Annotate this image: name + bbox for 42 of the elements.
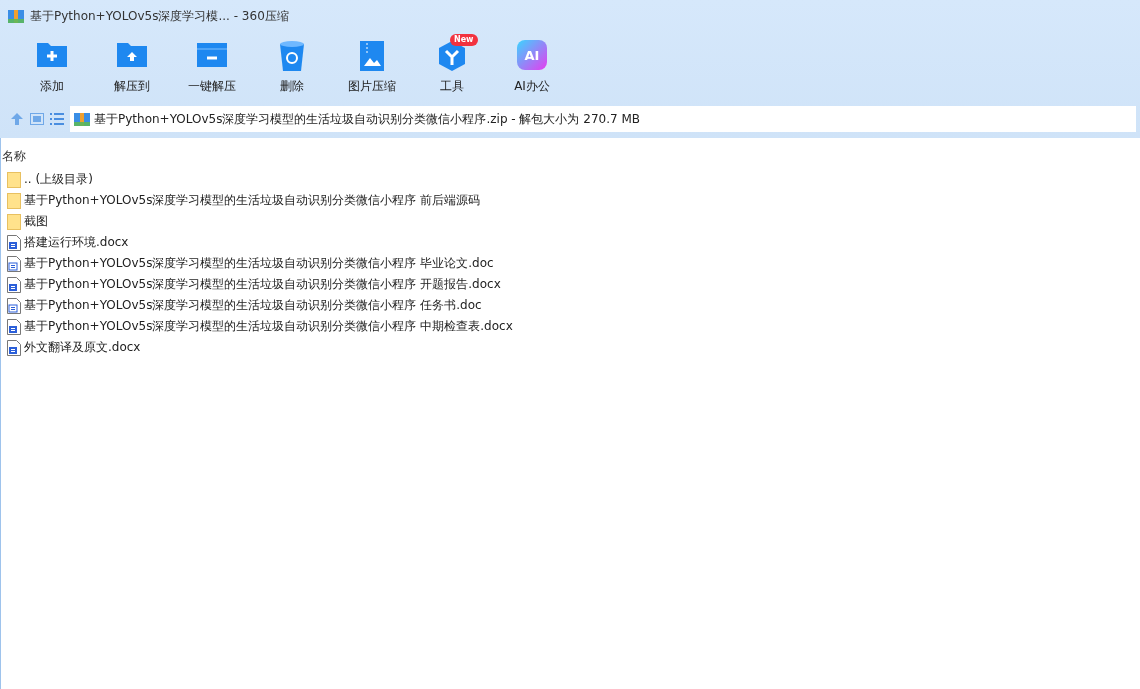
file-name[interactable]: 基于Python+YOLOv5s深度学习模型的生活垃圾自动识别分类微信小程序 中期检查表.docx [24, 318, 513, 335]
folder-icon [7, 192, 21, 209]
toolbar-button[interactable]: 添加 [12, 36, 92, 100]
toolbar-button[interactable]: AI AI办公 [492, 36, 572, 100]
new-badge: New [450, 34, 478, 46]
file-name[interactable]: 外文翻译及原文.docx [24, 339, 141, 356]
toolbar-button[interactable]: 一键解压 [172, 36, 252, 100]
window-title: 基于Python+YOLOv5s深度学习模... - 360压缩 [30, 7, 289, 25]
word-document-icon [7, 234, 21, 251]
folder-plus-icon [36, 40, 68, 68]
thumbnail-view-icon[interactable] [30, 113, 44, 125]
recycle-bin-icon [279, 40, 305, 72]
folder-icon [7, 213, 21, 230]
word-document-icon [7, 276, 21, 293]
file-name[interactable]: 基于Python+YOLOv5s深度学习模型的生活垃圾自动识别分类微信小程序 任务书.doc [24, 297, 482, 314]
ai-icon: AI [517, 40, 547, 70]
toolbar-button[interactable]: 解压到 [92, 36, 172, 100]
word-document-icon [7, 318, 21, 335]
word-document-icon [7, 339, 21, 356]
file-name[interactable]: 基于Python+YOLOv5s深度学习模型的生活垃圾自动识别分类微信小程序 毕业论文.doc [24, 255, 494, 272]
file-name[interactable]: 搭建运行环境.docx [24, 234, 129, 251]
up-arrow-icon[interactable] [10, 112, 24, 126]
toolbar-button[interactable]: 删除 [252, 36, 332, 100]
archive-icon [8, 8, 24, 24]
word-document-icon [7, 255, 21, 272]
archive-path: 基于Python+YOLOv5s深度学习模型的生活垃圾自动识别分类微信小程序.zip - 解包大小为 270.7 MB [94, 110, 641, 128]
word-document-icon [7, 297, 21, 314]
file-name[interactable]: .. (上级目录) [24, 171, 93, 188]
image-file-icon [359, 40, 385, 72]
file-name[interactable]: 基于Python+YOLOv5s深度学习模型的生活垃圾自动识别分类微信小程序 开题报告.docx [24, 276, 501, 293]
column-header[interactable]: 名称 [1, 148, 1140, 169]
address-bar[interactable]: 基于Python+YOLOv5s深度学习模型的生活垃圾自动识别分类微信小程序.zip - 解包大小为 270.7 MB [70, 106, 1136, 132]
file-name[interactable]: 截图 [24, 213, 48, 230]
folder-minus-icon [196, 40, 228, 68]
list-view-icon[interactable] [50, 113, 64, 125]
toolbar-button[interactable]: 图片压缩 [332, 36, 412, 100]
hexagon-y-icon [436, 40, 468, 72]
toolbar-button[interactable]: New 工具 [412, 36, 492, 100]
folder-upload-icon [116, 40, 148, 68]
archive-icon [74, 111, 90, 127]
folder-icon [7, 171, 21, 188]
file-name[interactable]: 基于Python+YOLOv5s深度学习模型的生活垃圾自动识别分类微信小程序 前后端源码 [24, 192, 481, 209]
